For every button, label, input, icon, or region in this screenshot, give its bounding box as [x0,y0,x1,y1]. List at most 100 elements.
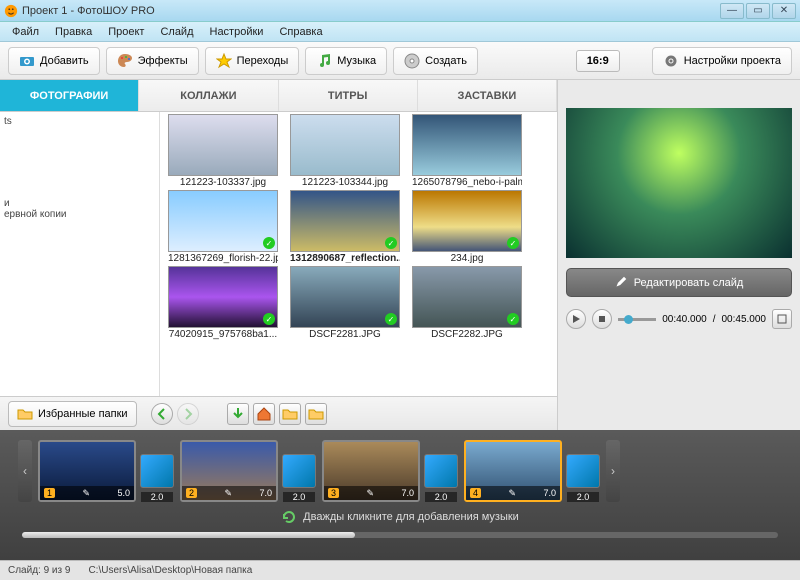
create-label: Создать [425,55,467,67]
preview-window[interactable] [566,108,792,258]
thumbnail[interactable]: ✓ 74020915_975768ba1... [166,266,280,340]
thumbnail-grid: 121223-103337.jpg121223-103344.jpg 126507… [160,112,557,396]
titlebar: Проект 1 - ФотоШОУ PRO — ▭ ✕ [0,0,800,22]
tab-splash[interactable]: ЗАСТАВКИ [418,80,557,111]
timeline-slide[interactable]: 2✎7.02.0 [180,440,316,502]
status-slide: Слайд: 9 из 9 [8,565,70,576]
add-label: Добавить [40,55,89,67]
nav-back-button[interactable] [151,403,173,425]
music-track[interactable]: Дважды кликните для добавления музыки [0,506,800,528]
transition-duration: 2.0 [283,492,315,502]
play-button[interactable] [566,309,586,329]
fullscreen-button[interactable] [772,309,792,329]
check-icon: ✓ [507,313,519,325]
timeline-slide[interactable]: 1✎5.02.0 [38,440,174,502]
transition-box[interactable]: 2.0 [140,454,174,488]
thumbnail-image: ✓ [168,266,278,328]
timeline-track[interactable]: ‹ 1✎5.02.02✎7.02.03✎7.02.04✎7.02.0› [0,430,800,506]
open-folder-button[interactable] [279,403,301,425]
pencil-icon: ✎ [82,488,90,499]
thumbnail[interactable]: ✓DSCF2281.JPG [288,266,402,340]
thumbnail-label: 1265078796_nebo-i-palma... [412,177,522,188]
menu-edit[interactable]: Правка [47,26,100,38]
toolbar: Добавить Эффекты Переходы Музыка Создать… [0,42,800,80]
close-button[interactable]: ✕ [772,3,796,19]
tab-collages[interactable]: КОЛЛАЖИ [139,80,278,111]
arrow-right-icon [180,406,196,422]
thumbnail[interactable]: 121223-103344.jpg [288,114,402,188]
menu-file[interactable]: Файл [4,26,47,38]
timeline-slide[interactable]: 3✎7.02.0 [322,440,458,502]
thumbnail[interactable]: ✓ 234.jpg [410,190,524,264]
transition-duration: 2.0 [141,492,173,502]
timeline-scroll-right[interactable]: › [606,440,620,502]
time-current: 00:40.000 [662,314,707,325]
music-icon [316,53,332,69]
check-icon: ✓ [385,237,397,249]
thumbnail-label: 1312890687_reflection... [290,253,400,264]
project-settings-button[interactable]: Настройки проекта [652,47,792,75]
pencil-icon: ✎ [224,488,232,499]
maximize-button[interactable]: ▭ [746,3,770,19]
folder-open-icon [282,406,298,422]
thumbnail[interactable]: 121223-103337.jpg [166,114,280,188]
stop-button[interactable] [592,309,612,329]
slide-duration: 7.0 [543,488,556,498]
slide-thumbnail: 2✎7.0 [180,440,278,502]
home-button[interactable] [253,403,275,425]
tab-titles[interactable]: ТИТРЫ [279,80,418,111]
thumbnail-image [290,114,400,176]
project-settings-label: Настройки проекта [684,55,781,67]
new-folder-button[interactable] [305,403,327,425]
menu-project[interactable]: Проект [100,26,152,38]
menubar: Файл Правка Проект Слайд Настройки Справ… [0,22,800,42]
folder-tree[interactable]: ts и ервной копии [0,112,160,396]
timeline-scrollbar[interactable] [22,532,778,538]
palette-icon [117,53,133,69]
thumbnail-image: ✓ [412,190,522,252]
transition-box[interactable]: 2.0 [566,454,600,488]
pencil-icon [615,276,627,288]
music-button[interactable]: Музыка [305,47,387,75]
tab-photos[interactable]: ФОТОГРАФИИ [0,80,139,111]
disc-icon [404,53,420,69]
folder-icon [17,406,33,422]
thumbnail-label: 74020915_975768ba1... [169,329,277,340]
add-button[interactable]: Добавить [8,47,100,75]
download-button[interactable] [227,403,249,425]
transition-box[interactable]: 2.0 [424,454,458,488]
playback-slider[interactable] [618,318,656,321]
slide-number: 2 [186,488,197,498]
nav-fwd-button[interactable] [177,403,199,425]
thumbnail[interactable]: ✓ 1312890687_reflection... [288,190,402,264]
menu-slide[interactable]: Слайд [152,26,201,38]
arrow-down-icon [230,406,246,422]
effects-button[interactable]: Эффекты [106,47,199,75]
thumbnail-label: 234.jpg [451,253,484,264]
check-icon: ✓ [263,313,275,325]
status-path: C:\Users\Alisa\Desktop\Новая папка [88,565,252,576]
thumbnail[interactable]: 1265078796_nebo-i-palma... [410,114,524,188]
camera-icon [19,53,35,69]
slide-number: 4 [470,488,481,498]
slide-thumbnail: 3✎7.0 [322,440,420,502]
edit-slide-button[interactable]: Редактировать слайд [566,268,792,297]
thumbnail[interactable]: ✓1281367269_florish-22.jpg [166,190,280,264]
transition-box[interactable]: 2.0 [282,454,316,488]
thumbnail-image [168,114,278,176]
check-icon: ✓ [507,237,519,249]
menu-help[interactable]: Справка [271,26,330,38]
timeline-slide[interactable]: 4✎7.02.0 [464,440,600,502]
thumbnail[interactable]: ✓DSCF2282.JPG [410,266,524,340]
menu-settings[interactable]: Настройки [202,26,272,38]
thumbnail-label: DSCF2281.JPG [309,329,381,340]
transitions-button[interactable]: Переходы [205,47,300,75]
minimize-button[interactable]: — [720,3,744,19]
favorites-button[interactable]: Избранные папки [8,401,137,427]
content-tabs: ФОТОГРАФИИ КОЛЛАЖИ ТИТРЫ ЗАСТАВКИ [0,80,557,112]
thumbnail-image: ✓ [168,190,278,252]
aspect-button[interactable]: 16:9 [576,50,620,72]
stop-icon [597,314,607,324]
create-button[interactable]: Создать [393,47,478,75]
timeline-scroll-left[interactable]: ‹ [18,440,32,502]
